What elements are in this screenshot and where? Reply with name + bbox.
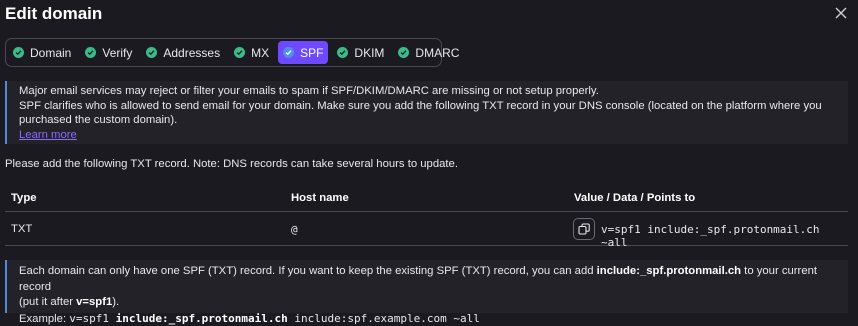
- close-icon[interactable]: [833, 5, 849, 21]
- table-row: TXT @ v=spf1 include:_spf.protonmail.ch …: [5, 213, 848, 249]
- example-suffix: include:spf.example.com ~all: [287, 311, 480, 325]
- copy-button[interactable]: [573, 218, 595, 240]
- warning-spf-bold: v=spf1: [76, 296, 113, 308]
- example-include-bold: include:_spf.protonmail.ch: [115, 311, 288, 325]
- tab-label: DKIM: [354, 45, 385, 60]
- tab-mx[interactable]: MX: [229, 41, 274, 64]
- warning-text: (put it after: [19, 296, 77, 308]
- tab-bar: Domain Verify Addresses MX SPF DKIM DMAR…: [5, 38, 459, 67]
- tab-label: MX: [251, 45, 270, 60]
- warning-line: Each domain can only have one SPF (TXT) …: [19, 264, 848, 295]
- example-line: Example: v=spf1 include:_spf.protonmail.…: [19, 311, 848, 326]
- check-circle-icon: [283, 47, 295, 58]
- check-circle-icon: [337, 47, 349, 58]
- table-header: Type Host name Value / Data / Points to: [5, 190, 848, 212]
- tab-domain[interactable]: Domain: [8, 41, 76, 64]
- cell-value: v=spf1 include:_spf.protonmail.ch ~all: [601, 223, 820, 249]
- spf-warning-notice: Each domain can only have one SPF (TXT) …: [5, 260, 848, 325]
- tab-addresses[interactable]: Addresses: [141, 41, 225, 64]
- dns-note: Please add the following TXT record. Not…: [5, 158, 458, 170]
- header-value: Value / Data / Points to: [574, 192, 696, 204]
- warning-include-bold: include:_spf.protonmail.ch: [596, 265, 742, 277]
- warning-text: ).: [112, 296, 120, 308]
- tab-label: SPF: [300, 45, 324, 60]
- tab-label: Verify: [102, 45, 133, 60]
- spf-info-notice: Major email services may reject or filte…: [5, 81, 848, 144]
- modal-title: Edit domain: [5, 4, 103, 23]
- example-prefix: v=spf1: [69, 311, 116, 325]
- cell-host: @: [291, 223, 298, 236]
- warning-line: (put it after v=spf1).: [19, 295, 848, 311]
- info-line: SPF clarifies who is allowed to send ema…: [19, 99, 822, 112]
- header-host-name: Host name: [291, 192, 349, 204]
- example-label: Example:: [19, 312, 70, 325]
- tab-verify[interactable]: Verify: [80, 41, 137, 64]
- copy-icon: [578, 223, 590, 235]
- check-circle-icon: [146, 47, 158, 58]
- cell-type: TXT: [11, 223, 33, 235]
- info-line: Major email services may reject or filte…: [19, 85, 599, 97]
- tab-dkim[interactable]: DKIM: [332, 41, 389, 64]
- check-circle-icon: [398, 47, 410, 58]
- tab-spf[interactable]: SPF: [278, 41, 329, 64]
- info-line: purchased the custom domain).: [19, 114, 178, 126]
- tab-label: Domain: [30, 45, 72, 60]
- warning-text: Each domain can only have one SPF (TXT) …: [19, 265, 597, 277]
- tab-dmarc[interactable]: DMARC: [393, 41, 464, 64]
- tab-label: Addresses: [163, 45, 221, 60]
- header-type: Type: [11, 192, 37, 204]
- check-circle-icon: [234, 47, 246, 58]
- check-circle-icon: [85, 47, 97, 58]
- tab-label: DMARC: [415, 45, 460, 60]
- check-circle-icon: [13, 47, 24, 58]
- learn-more-link[interactable]: Learn more: [19, 129, 77, 141]
